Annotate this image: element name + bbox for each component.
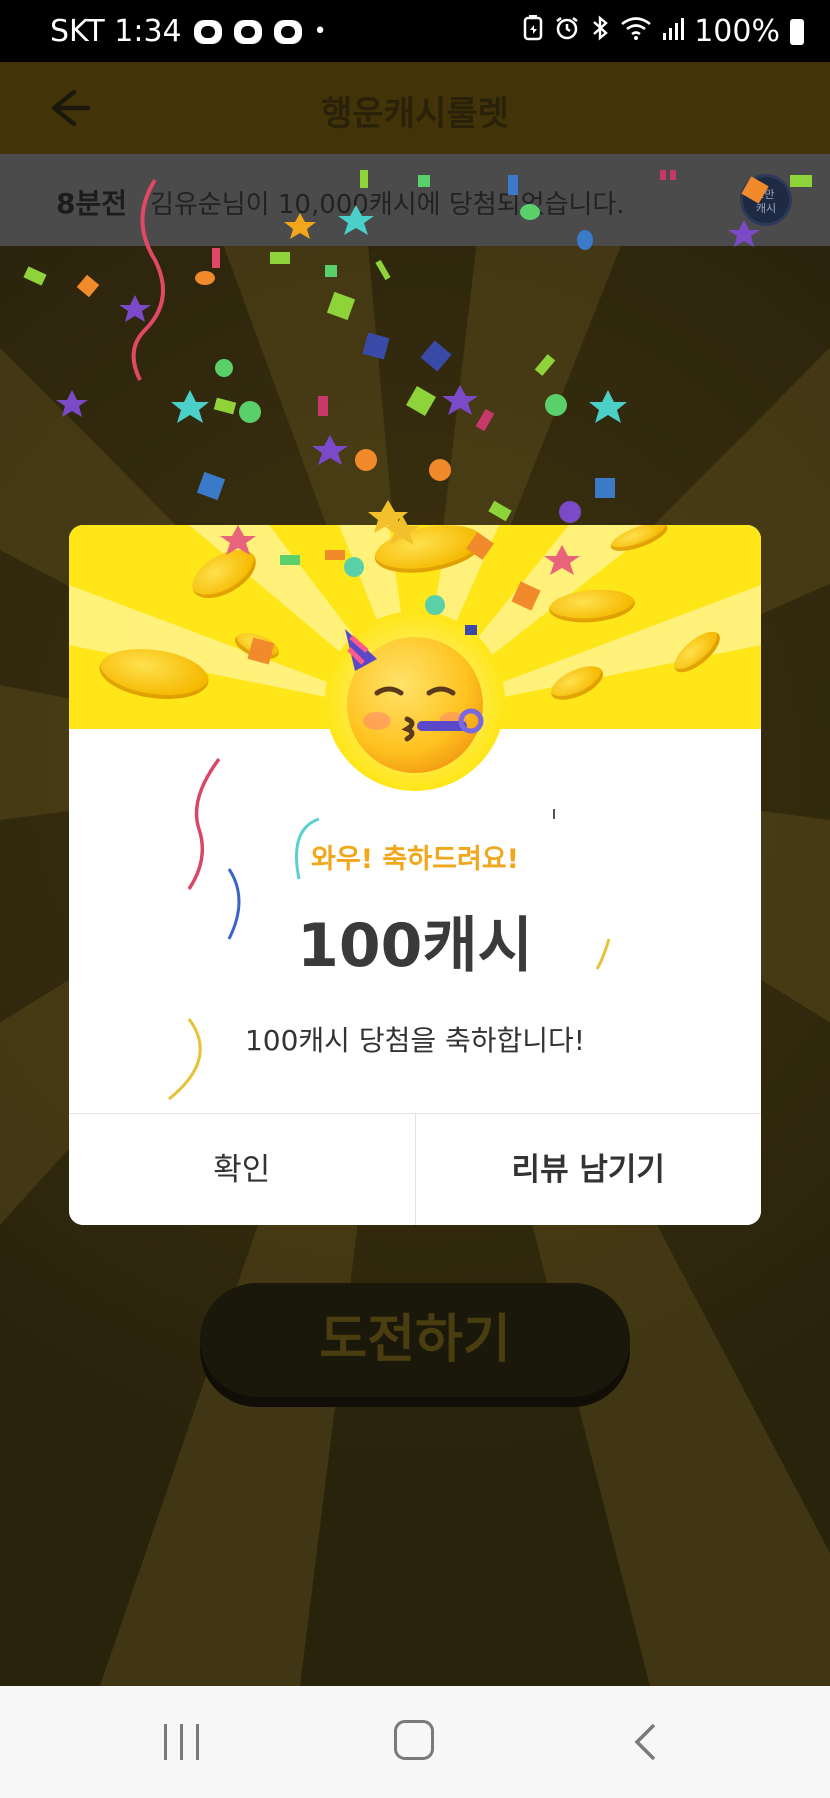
app-bar: 행운캐시룰렛 (0, 62, 830, 154)
dialog-actions: 확인 리뷰 남기기 (69, 1113, 761, 1225)
dialog-subtitle: 와우! 축하드려요! (311, 844, 519, 875)
battery-percent: 100% (694, 14, 780, 49)
home-icon[interactable] (394, 1720, 434, 1760)
chat-icon (193, 19, 222, 44)
recent-apps-icon[interactable] (162, 1724, 202, 1760)
winner-ticker: 8분전 김유순님이 10,000캐시에 당첨되었습니다. 1만 캐시 (0, 154, 830, 246)
back-icon[interactable] (632, 1722, 658, 1762)
bluetooth-icon (590, 14, 610, 49)
prize-amount: 100캐시 (297, 911, 533, 981)
battery-icon (790, 18, 804, 45)
page-title: 행운캐시룰렛 (321, 94, 509, 134)
dialog-message: 100캐시 당첨을 축하합니다! (244, 1024, 586, 1057)
alarm-icon (554, 14, 580, 49)
notification-dot: • (313, 19, 327, 44)
battery-saver-icon (522, 14, 544, 49)
system-nav-bar (0, 1686, 830, 1798)
status-bar: SKT 1:34 • 100% (0, 0, 830, 62)
confirm-button[interactable]: 확인 (69, 1114, 416, 1225)
ticker-message: 김유순님이 10,000캐시에 당첨되었습니다. (150, 190, 625, 220)
chat-icon (273, 19, 302, 44)
win-dialog: 와우! 축하드려요! 100캐시 100캐시 당첨을 축하합니다! 확인 리뷰 … (69, 525, 761, 1225)
ticker-coin-badge: 1만 캐시 (740, 174, 792, 226)
signal-icon (662, 14, 685, 49)
leave-review-button[interactable]: 리뷰 남기기 (415, 1114, 761, 1225)
ticker-time: 8분전 (56, 187, 128, 220)
wifi-icon (620, 14, 652, 49)
play-button[interactable]: 도전하기 (200, 1283, 630, 1397)
chat-icon (233, 19, 262, 44)
partying-face-icon (345, 629, 484, 773)
carrier-time: SKT 1:34 (50, 14, 182, 49)
